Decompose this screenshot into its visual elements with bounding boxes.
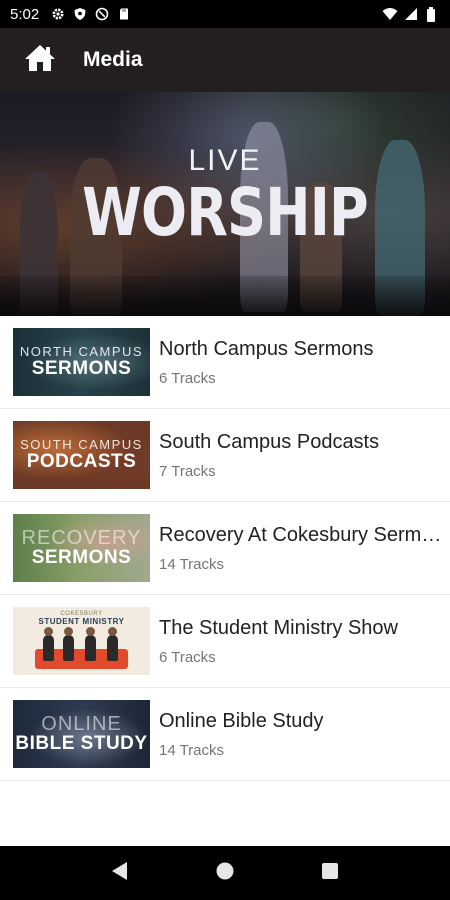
list-item[interactable]: RECOVERY SERMONS Recovery At Cokesbury S… — [0, 502, 450, 595]
thumbnail-line1: ONLINE — [41, 713, 122, 735]
recents-button[interactable] — [315, 858, 345, 888]
list-item[interactable]: COKESBURY STUDENT MINISTRY The Student M… — [0, 595, 450, 688]
wifi-icon — [382, 7, 398, 21]
item-track-count: 14 Tracks — [159, 741, 225, 759]
item-title: South Campus Podcasts — [159, 430, 380, 453]
list-item[interactable]: NORTH CAMPUS SERMONS North Campus Sermon… — [0, 316, 450, 409]
thumbnail-line1: RECOVERY — [21, 527, 142, 549]
thumbnail: COKESBURY STUDENT MINISTRY — [13, 607, 150, 675]
item-title: The Student Ministry Show — [159, 616, 398, 639]
home-circle-icon — [215, 861, 235, 886]
battery-icon — [426, 7, 440, 22]
item-text: The Student Ministry Show 6 Tracks — [159, 617, 450, 666]
item-track-count: 6 Tracks — [159, 369, 216, 387]
sd-card-icon — [117, 7, 131, 21]
item-track-count: 7 Tracks — [159, 462, 216, 480]
hero-stage — [0, 276, 450, 316]
item-title: Recovery At Cokesbury Sermons — [159, 523, 450, 546]
back-button[interactable] — [105, 858, 135, 888]
system-icons — [382, 7, 440, 22]
item-title: North Campus Sermons — [159, 337, 374, 360]
thumbnail-line1: NORTH CAMPUS — [19, 344, 144, 359]
thumbnail-line2: BIBLE STUDY — [15, 733, 148, 754]
status-time: 5:02 — [10, 5, 40, 23]
list-item[interactable]: SOUTH CAMPUS PODCASTS South Campus Podca… — [0, 409, 450, 502]
shield-icon — [73, 7, 87, 21]
thumbnail: ONLINE BIBLE STUDY — [13, 700, 150, 768]
thumbnail-line2: STUDENT MINISTRY — [38, 617, 125, 626]
person-graphic — [85, 627, 96, 661]
media-list: NORTH CAMPUS SERMONS North Campus Sermon… — [0, 316, 450, 781]
home-button[interactable] — [20, 40, 60, 80]
signal-icon — [404, 7, 418, 21]
item-text: Online Bible Study 14 Tracks — [159, 710, 450, 759]
item-text: North Campus Sermons 6 Tracks — [159, 338, 450, 387]
hero-line1: LIVE — [188, 144, 262, 177]
thumbnail-line2: SERMONS — [31, 547, 132, 568]
navigation-bar — [0, 846, 450, 900]
person-graphic — [107, 627, 118, 661]
item-track-count: 14 Tracks — [159, 555, 225, 573]
item-text: Recovery At Cokesbury Sermons 14 Tracks — [159, 524, 450, 573]
list-item[interactable]: ONLINE BIBLE STUDY Online Bible Study 14… — [0, 688, 450, 781]
home-icon — [24, 43, 56, 78]
thumbnail-line1: SOUTH CAMPUS — [20, 437, 143, 452]
thumbnail: NORTH CAMPUS SERMONS — [13, 328, 150, 396]
person-graphic — [43, 627, 54, 661]
at-sign-icon — [95, 7, 109, 21]
recents-square-icon — [321, 862, 339, 885]
notification-icons — [51, 7, 131, 21]
thumbnail: RECOVERY SERMONS — [13, 514, 150, 582]
thumbnail-line2: SERMONS — [31, 358, 132, 379]
home-nav-button[interactable] — [210, 858, 240, 888]
item-title: Online Bible Study — [159, 709, 324, 732]
item-text: South Campus Podcasts 7 Tracks — [159, 431, 450, 480]
thumbnail: SOUTH CAMPUS PODCASTS — [13, 421, 150, 489]
app-bar: Media — [0, 28, 450, 92]
status-bar: 5:02 — [0, 0, 450, 28]
person-graphic — [63, 627, 74, 661]
page-title: Media — [83, 48, 143, 71]
hero-line2: WORSHIP — [82, 174, 369, 251]
thumbnail-line2: PODCASTS — [26, 451, 137, 472]
hero-banner[interactable]: LIVE WORSHIP — [0, 92, 450, 316]
item-track-count: 6 Tracks — [159, 648, 216, 666]
back-triangle-icon — [111, 861, 129, 886]
gear-icon — [51, 7, 65, 21]
